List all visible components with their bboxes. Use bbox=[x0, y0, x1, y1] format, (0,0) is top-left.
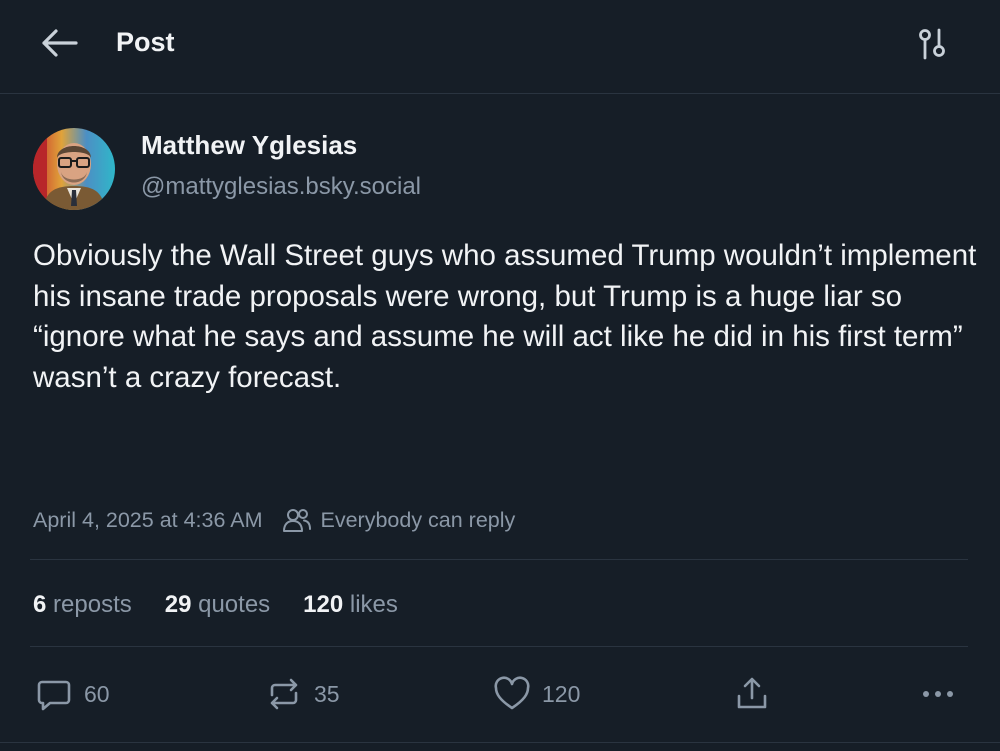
post-text: Obviously the Wall Street guys who assum… bbox=[33, 239, 977, 394]
post-meta: April 4, 2025 at 4:36 AM Everybody can r… bbox=[33, 503, 515, 537]
repost-button[interactable]: 35 bbox=[264, 672, 340, 716]
quotes-label: quotes bbox=[198, 591, 271, 618]
page-title: Post bbox=[116, 27, 175, 57]
post-timestamp: April 4, 2025 at 4:36 AM bbox=[33, 507, 263, 532]
engagement-stats: 6 reposts 29 quotes 120 likes bbox=[33, 588, 431, 622]
likes-stat[interactable]: 120 likes bbox=[303, 591, 398, 619]
reply-button[interactable]: 60 bbox=[34, 672, 110, 716]
arrow-left-icon bbox=[42, 29, 78, 57]
post-author: Matthew Yglesias @mattyglesias.bsky.soci… bbox=[30, 124, 970, 216]
reply-count: 60 bbox=[84, 680, 110, 707]
quotes-count: 29 bbox=[164, 591, 192, 618]
share-icon bbox=[737, 677, 767, 709]
reposts-label: reposts bbox=[53, 591, 132, 618]
repost-icon bbox=[270, 678, 298, 710]
thread-settings-button[interactable] bbox=[910, 24, 956, 64]
reply-setting[interactable]: Everybody can reply bbox=[282, 507, 515, 533]
divider bbox=[30, 646, 968, 647]
people-icon bbox=[283, 509, 312, 532]
more-options-button[interactable] bbox=[918, 672, 958, 716]
reposts-stat[interactable]: 6 reposts bbox=[33, 591, 132, 619]
avatar[interactable] bbox=[33, 128, 115, 210]
divider bbox=[30, 559, 968, 560]
sliders-icon bbox=[919, 28, 945, 60]
heart-icon bbox=[494, 676, 530, 710]
likes-count: 120 bbox=[303, 591, 344, 618]
share-button[interactable] bbox=[732, 672, 772, 716]
author-handle[interactable]: @mattyglesias.bsky.social bbox=[141, 170, 421, 204]
author-display-name[interactable]: Matthew Yglesias bbox=[141, 128, 357, 162]
divider bbox=[0, 742, 1000, 743]
quotes-stat[interactable]: 29 quotes bbox=[165, 591, 270, 619]
reply-icon bbox=[37, 680, 71, 711]
reply-setting-label: Everybody can reply bbox=[320, 507, 516, 532]
like-button[interactable]: 120 bbox=[492, 672, 580, 716]
reposts-count: 6 bbox=[33, 591, 47, 618]
repost-count: 35 bbox=[314, 680, 340, 707]
more-horizontal-icon bbox=[923, 691, 953, 697]
like-count: 120 bbox=[542, 680, 581, 707]
top-bar: Post bbox=[0, 0, 1000, 94]
back-button[interactable] bbox=[36, 24, 82, 62]
likes-label: likes bbox=[349, 591, 398, 618]
